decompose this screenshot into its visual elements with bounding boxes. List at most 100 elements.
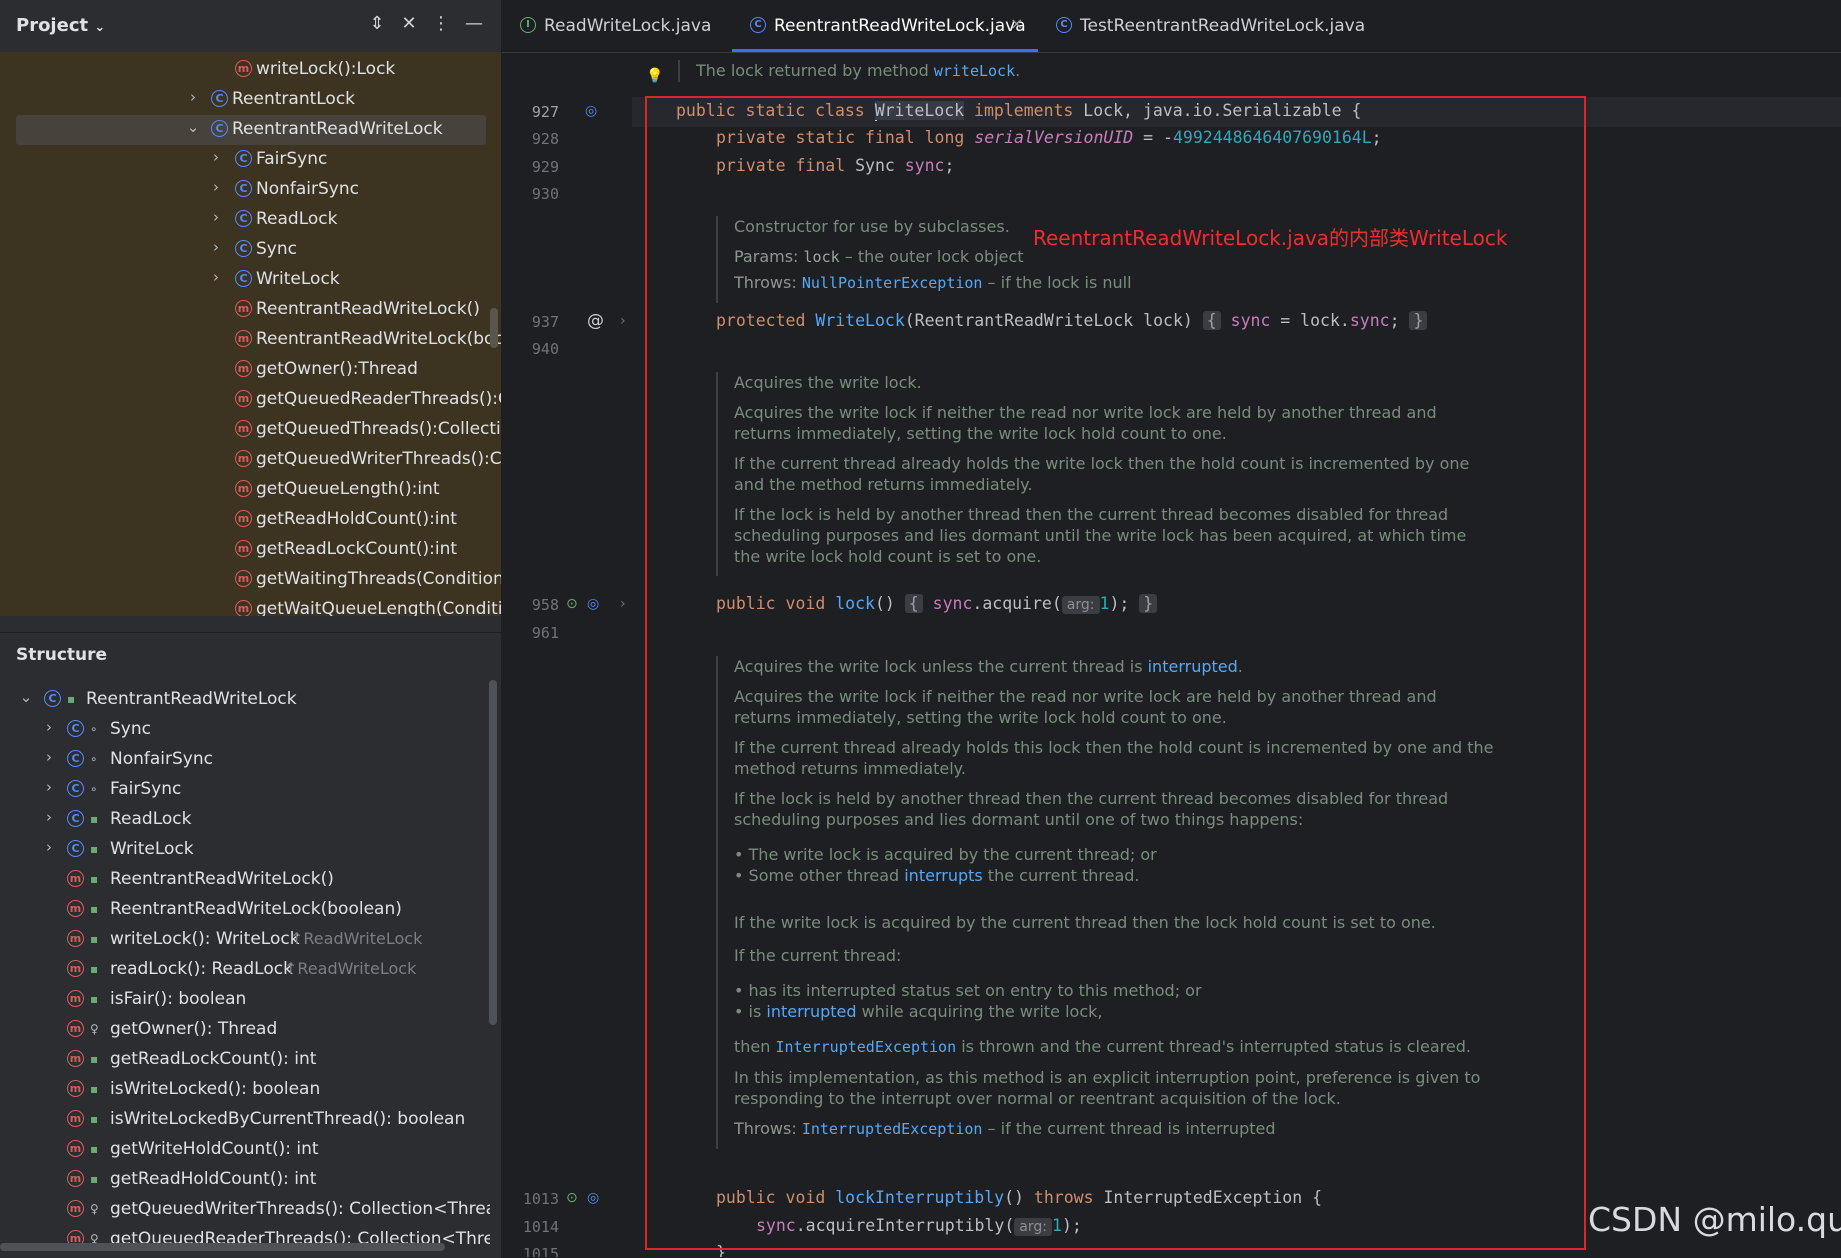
tree-item[interactable]: › C NonfairSync <box>0 175 501 205</box>
chevron-right-icon[interactable]: › <box>42 808 56 826</box>
project-header: Project ⌄ ⇕ ✕ ⋮ — <box>0 0 501 53</box>
tree-item[interactable]: m getQueueLength():int <box>0 475 501 505</box>
expand-all-icon[interactable]: ⇕ <box>366 13 388 37</box>
tree-item-label: getOwner():Thread <box>256 359 418 379</box>
implements-gutter-icon[interactable]: ◎ <box>585 103 597 119</box>
doc-text: The lock returned by method <box>696 61 934 80</box>
chevron-right-icon[interactable]: › <box>209 148 223 166</box>
project-view-selector[interactable]: Project ⌄ <box>16 15 105 36</box>
tab-testreentrantreadwritelock[interactable]: C TestReentrantReadWriteLock.java <box>1038 0 1365 52</box>
tab-reentrantreadwritelock[interactable]: C ReentrantReadWriteLock.java × <box>732 0 1038 52</box>
tree-item[interactable]: m writeLock():Lock <box>0 55 501 85</box>
chevron-right-icon[interactable]: › <box>209 178 223 196</box>
line-number: 930 <box>531 185 559 203</box>
structure-item[interactable]: › C ▪ ReadLock <box>0 805 490 835</box>
tab-readwritelock[interactable]: I ReadWriteLock.java <box>502 0 724 52</box>
structure-item[interactable]: m ▪ getReadLockCount(): int <box>0 1045 490 1075</box>
minimize-icon[interactable]: — <box>463 13 485 37</box>
tree-item[interactable]: m getOwner():Thread <box>0 355 501 385</box>
tree-item[interactable]: › C WriteLock <box>0 265 501 295</box>
vertical-scrollbar[interactable] <box>490 308 498 348</box>
chevron-right-icon[interactable]: › <box>42 778 56 796</box>
tree-item[interactable]: m getWaitQueueLength(Condition) <box>0 595 501 616</box>
implements-gutter-icon[interactable]: ◎ <box>587 1190 599 1206</box>
annotation-gutter-icon[interactable]: @ <box>587 311 604 331</box>
tree-item-label: ReadLock <box>256 209 338 229</box>
structure-item[interactable]: m ▪ readLock(): ReadLock ↑ReadWriteLock <box>0 955 490 985</box>
structure-item-label: ReentrantReadWriteLock(boolean) <box>110 899 402 919</box>
public-icon: ▪ <box>90 1172 99 1186</box>
tree-item-selected[interactable]: ⌄ C ReentrantReadWriteLock <box>0 115 501 145</box>
method-icon: m <box>235 600 252 616</box>
method-icon: m <box>67 1020 84 1037</box>
structure-panel: Structure ⌄ C ▪ ReentrantReadWriteLock ›… <box>0 632 501 1258</box>
tree-item[interactable]: m getQueuedWriterThreads():Colle <box>0 445 501 475</box>
chevron-right-icon[interactable]: › <box>42 838 56 856</box>
chevron-right-icon[interactable]: › <box>209 268 223 286</box>
structure-item[interactable]: m ▪ ReentrantReadWriteLock() <box>0 865 490 895</box>
class-icon: C <box>211 90 228 107</box>
tree-item[interactable]: m getReadLockCount():int <box>0 535 501 565</box>
chevron-right-icon[interactable]: › <box>209 208 223 226</box>
tree-item[interactable]: m getReadHoldCount():int <box>0 505 501 535</box>
overrides-gutter-icon[interactable]: ⊙ <box>566 596 578 612</box>
tree-item[interactable]: m ReentrantReadWriteLock(boolea <box>0 325 501 355</box>
package-private-icon: ∘ <box>90 782 98 796</box>
overrides-gutter-icon[interactable]: ⊙ <box>566 1190 578 1206</box>
tree-item[interactable]: › C ReentrantLock <box>0 85 501 115</box>
fold-chevron-icon[interactable]: › <box>620 596 626 612</box>
tree-item[interactable]: m getQueuedReaderThreads():Coll <box>0 385 501 415</box>
lightbulb-icon[interactable]: 💡 <box>646 68 663 84</box>
method-icon: m <box>67 1080 84 1097</box>
tree-item[interactable]: › C Sync <box>0 235 501 265</box>
left-tool-window: Project ⌄ ⇕ ✕ ⋮ — m writeLock():Lock › C… <box>0 0 502 1258</box>
class-icon: C <box>235 240 252 257</box>
active-tab-indicator <box>732 49 1038 52</box>
method-icon: m <box>67 900 84 917</box>
structure-item[interactable]: m ♀ getOwner(): Thread <box>0 1015 490 1045</box>
structure-item[interactable]: m ▪ getWriteHoldCount(): int <box>0 1135 490 1165</box>
chevron-down-icon[interactable]: ⌄ <box>186 118 200 136</box>
structure-item[interactable]: m ▪ isWriteLockedByCurrentThread(): bool… <box>0 1105 490 1135</box>
structure-tree: ⌄ C ▪ ReentrantReadWriteLock › C ∘ Sync … <box>0 685 490 1258</box>
structure-item-label: Sync <box>110 719 151 739</box>
implements-gutter-icon[interactable]: ◎ <box>587 596 599 612</box>
structure-item[interactable]: › C ∘ NonfairSync <box>0 745 490 775</box>
tree-item[interactable]: › C FairSync <box>0 145 501 175</box>
structure-item[interactable]: m ▪ writeLock(): WriteLock ↑ReadWriteLoc… <box>0 925 490 955</box>
horizontal-scrollbar[interactable] <box>0 1243 445 1251</box>
more-options-icon[interactable]: ⋮ <box>430 13 452 37</box>
public-icon: ▪ <box>90 872 99 886</box>
structure-item[interactable]: m ▪ isFair(): boolean <box>0 985 490 1015</box>
chevron-right-icon[interactable]: › <box>42 718 56 736</box>
chevron-right-icon[interactable]: › <box>209 238 223 256</box>
tree-item[interactable]: m ReentrantReadWriteLock() <box>0 295 501 325</box>
structure-title: Structure <box>16 645 108 665</box>
vertical-scrollbar[interactable] <box>489 680 497 1025</box>
fold-chevron-icon[interactable]: › <box>620 313 626 329</box>
tree-item[interactable]: › C ReadLock <box>0 205 501 235</box>
structure-item-label: isFair(): boolean <box>110 989 247 1009</box>
structure-root[interactable]: ⌄ C ▪ ReentrantReadWriteLock <box>0 685 490 715</box>
structure-item[interactable]: m ▪ ReentrantReadWriteLock(boolean) <box>0 895 490 925</box>
tree-item[interactable]: m getQueuedThreads():Collection< <box>0 415 501 445</box>
annotation-highlight-box <box>645 96 1586 1250</box>
method-icon: m <box>67 1200 84 1217</box>
structure-item[interactable]: m ♀ getQueuedWriterThreads(): Collection… <box>0 1195 490 1225</box>
chevron-right-icon[interactable]: › <box>42 748 56 766</box>
chevron-down-icon[interactable]: ⌄ <box>19 688 33 706</box>
structure-item[interactable]: › C ∘ Sync <box>0 715 490 745</box>
collapse-all-icon[interactable]: ✕ <box>398 13 420 37</box>
tree-item-label: WriteLock <box>256 269 340 289</box>
class-icon: C <box>67 720 84 737</box>
chevron-right-icon[interactable]: › <box>186 88 200 106</box>
structure-item[interactable]: m ▪ isWriteLocked(): boolean <box>0 1075 490 1105</box>
structure-item[interactable]: m ▪ getReadHoldCount(): int <box>0 1165 490 1195</box>
chevron-down-icon: ⌄ <box>94 20 106 35</box>
package-private-icon: ∘ <box>90 722 98 736</box>
tree-item[interactable]: m getWaitingThreads(Condition):C <box>0 565 501 595</box>
structure-item[interactable]: › C ▪ WriteLock <box>0 835 490 865</box>
close-icon[interactable]: × <box>1010 14 1023 33</box>
structure-item[interactable]: › C ∘ FairSync <box>0 775 490 805</box>
override-hint: ↑ReadWriteLock <box>284 959 417 978</box>
